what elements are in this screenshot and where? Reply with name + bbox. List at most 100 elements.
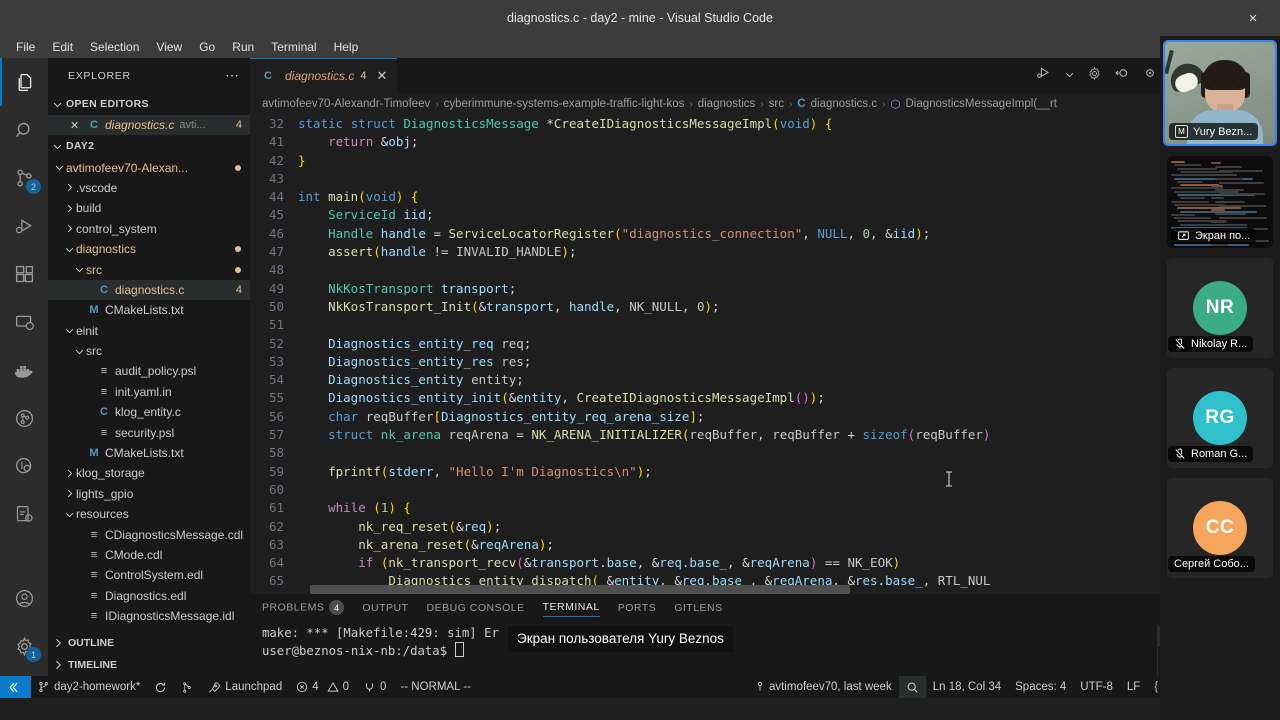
remote-window-indicator[interactable]: [0, 676, 31, 698]
code-line[interactable]: 61 while (1) {: [250, 499, 1280, 517]
sidebar-section-timeline[interactable]: TIMELINE: [48, 654, 250, 676]
panel-tab-terminal[interactable]: TERMINAL: [542, 601, 600, 617]
activity-item-remote-explorer[interactable]: [0, 298, 48, 346]
breadcrumb-item[interactable]: diagnostics: [698, 98, 756, 110]
code-line[interactable]: 59 fprintf(stderr, "Hello I'm Diagnostic…: [250, 463, 1280, 481]
editor-horizontal-scrollbar[interactable]: [310, 585, 850, 594]
tree-item-diagnostics[interactable]: diagnostics: [48, 239, 250, 259]
chevron[interactable]: [62, 182, 76, 193]
panel-tab-gitlens[interactable]: GITLENS: [674, 602, 722, 617]
activity-item-explorer[interactable]: [0, 58, 48, 106]
code-line[interactable]: 55 Diagnostics_entity_init(&entity, Crea…: [250, 389, 1280, 407]
tree-item-audit-policy-psl[interactable]: ≡ audit_policy.psl: [48, 361, 250, 381]
code-line[interactable]: 51: [250, 316, 1280, 334]
menu-item-file[interactable]: File: [8, 38, 43, 56]
panel-tab-output[interactable]: OUTPUT: [362, 602, 408, 617]
code-line[interactable]: 60: [250, 481, 1280, 499]
activity-item-source-control[interactable]: 2: [0, 154, 48, 202]
code-line[interactable]: 57 struct nk_arena reqArena = NK_ARENA_I…: [250, 426, 1280, 444]
tree-item-security-psl[interactable]: ≡ security.psl: [48, 422, 250, 442]
video-tile-participant[interactable]: RG Roman G...: [1160, 368, 1280, 468]
status-encoding[interactable]: UTF-8: [1073, 676, 1120, 698]
tree-item-cmode-cdl[interactable]: ≡ CMode.cdl: [48, 545, 250, 565]
panel-tab-ports[interactable]: PORTS: [618, 602, 656, 617]
tree-item-avtimofeev70-alexan-[interactable]: avtimofeev70-Alexan...: [48, 157, 250, 177]
code-line[interactable]: 52 Diagnostics_entity_req req;: [250, 335, 1280, 353]
activity-item-manage[interactable]: 1: [0, 622, 48, 670]
run-with-debug-icon[interactable]: [1036, 65, 1052, 86]
chevron[interactable]: [62, 325, 76, 336]
panel-tab-debug-console[interactable]: DEBUG CONSOLE: [427, 602, 525, 617]
chevron[interactable]: [62, 488, 76, 499]
status-magnifier[interactable]: [898, 676, 926, 698]
activity-item-gitlens[interactable]: [0, 394, 48, 442]
chevron[interactable]: [62, 223, 76, 234]
tree-item-src[interactable]: src: [48, 259, 250, 279]
breakpoint-icon[interactable]: [1142, 65, 1158, 86]
code-line[interactable]: 43: [250, 170, 1280, 188]
tree-item-klog-entity-c[interactable]: Cklog_entity.c: [48, 402, 250, 422]
menu-item-go[interactable]: Go: [191, 38, 223, 56]
breadcrumb-item[interactable]: avtimofeev70-Alexandr-Timofeev: [262, 98, 430, 110]
code-line[interactable]: 47 assert(handle != INVALID_HANDLE);: [250, 243, 1280, 261]
code-line[interactable]: 41 return &obj;: [250, 133, 1280, 151]
chevron[interactable]: [52, 162, 66, 173]
sidebar-section-open-editors[interactable]: OPEN EDITORS: [48, 93, 250, 115]
menu-item-help[interactable]: Help: [326, 38, 367, 56]
panel-tab-problems[interactable]: PROBLEMS 4: [262, 600, 345, 618]
chevron[interactable]: [62, 203, 76, 214]
menu-item-edit[interactable]: Edit: [44, 38, 81, 56]
code-line[interactable]: 50 NkKosTransport_Init(&transport, handl…: [250, 298, 1280, 316]
code-line[interactable]: 64 if (nk_transport_recv(&transport.base…: [250, 554, 1280, 572]
code-line[interactable]: 44 int main(void) {: [250, 188, 1280, 206]
tree-item-diagnostics-edl[interactable]: ≡ Diagnostics.edl: [48, 586, 250, 606]
chevron[interactable]: [62, 468, 76, 479]
step-back-icon[interactable]: [1114, 65, 1130, 86]
chevron[interactable]: [72, 346, 86, 357]
editor-tab-diagnostics-c[interactable]: C diagnostics.c 4 ✕: [250, 58, 398, 93]
code-line[interactable]: 58: [250, 444, 1280, 462]
video-tile-participant[interactable]: NR Nikolay R...: [1160, 258, 1280, 358]
tree-item-lights-gpio[interactable]: lights_gpio: [48, 484, 250, 504]
menu-item-selection[interactable]: Selection: [82, 38, 147, 56]
code-line[interactable]: 42}: [250, 152, 1280, 170]
tree-item-init-yaml-in[interactable]: ≡ init.yaml.in: [48, 382, 250, 402]
tree-item-diagnostics-c[interactable]: Cdiagnostics.c 4: [48, 279, 250, 301]
code-line[interactable]: 62 nk_req_reset(&req);: [250, 518, 1280, 536]
video-tile-speaker[interactable]: M Yury Bezn...: [1163, 40, 1277, 146]
code-line[interactable]: 53 Diagnostics_entity_res res;: [250, 353, 1280, 371]
tree-item-cmakelists-txt[interactable]: M CMakeLists.txt: [48, 443, 250, 463]
activity-item-accounts[interactable]: [0, 574, 48, 622]
sidebar-section-outline[interactable]: OUTLINE: [48, 632, 250, 654]
code-line[interactable]: 45 ServiceId iid;: [250, 206, 1280, 224]
tree-item-einit[interactable]: einit: [48, 321, 250, 341]
status-git-graph[interactable]: [174, 676, 200, 698]
terminal-output[interactable]: make: *** [Makefile:429: sim] Er user@be…: [250, 624, 1157, 676]
breadcrumb-item[interactable]: DiagnosticsMessageImpl(__rt: [905, 98, 1056, 110]
activity-item-import-settings[interactable]: [0, 490, 48, 538]
tree-item-build[interactable]: build: [48, 198, 250, 218]
menu-item-view[interactable]: View: [148, 38, 190, 56]
menu-item-terminal[interactable]: Terminal: [263, 38, 324, 56]
status-blame[interactable]: avtimofeev70, last week: [748, 676, 899, 698]
status-problems[interactable]: 4 0: [289, 676, 356, 698]
breadcrumb-item[interactable]: diagnostics.c: [811, 98, 877, 110]
code-line[interactable]: 56 char reqBuffer[Diagnostics_entity_req…: [250, 408, 1280, 426]
activity-item-search[interactable]: [0, 106, 48, 154]
close-icon[interactable]: ✕: [70, 119, 86, 132]
sidebar-section-workspace[interactable]: DAY2: [48, 135, 250, 157]
code-line[interactable]: 46 Handle handle = ServiceLocatorRegiste…: [250, 225, 1280, 243]
activity-item-gitlens-inspect[interactable]: [0, 442, 48, 490]
activity-item-run-and-debug[interactable]: [0, 202, 48, 250]
tree-item-resources[interactable]: resources: [48, 504, 250, 524]
code-line[interactable]: 49 NkKosTransport transport;: [250, 280, 1280, 298]
code-line[interactable]: 32 static struct DiagnosticsMessage *Crea…: [250, 115, 1280, 133]
status-sync[interactable]: [147, 676, 174, 698]
code-area[interactable]: 32 static struct DiagnosticsMessage *Crea…: [250, 115, 1280, 594]
chevron[interactable]: [62, 244, 76, 255]
tree-item-src[interactable]: src: [48, 341, 250, 361]
status-launchpad[interactable]: Launchpad: [200, 676, 289, 698]
tree-item-idiagnosticsmessage-idl[interactable]: ≡ IDiagnosticsMessage.idl: [48, 606, 250, 626]
sidebar-more-icon[interactable]: ⋯: [225, 67, 240, 84]
chevron[interactable]: [72, 264, 86, 275]
